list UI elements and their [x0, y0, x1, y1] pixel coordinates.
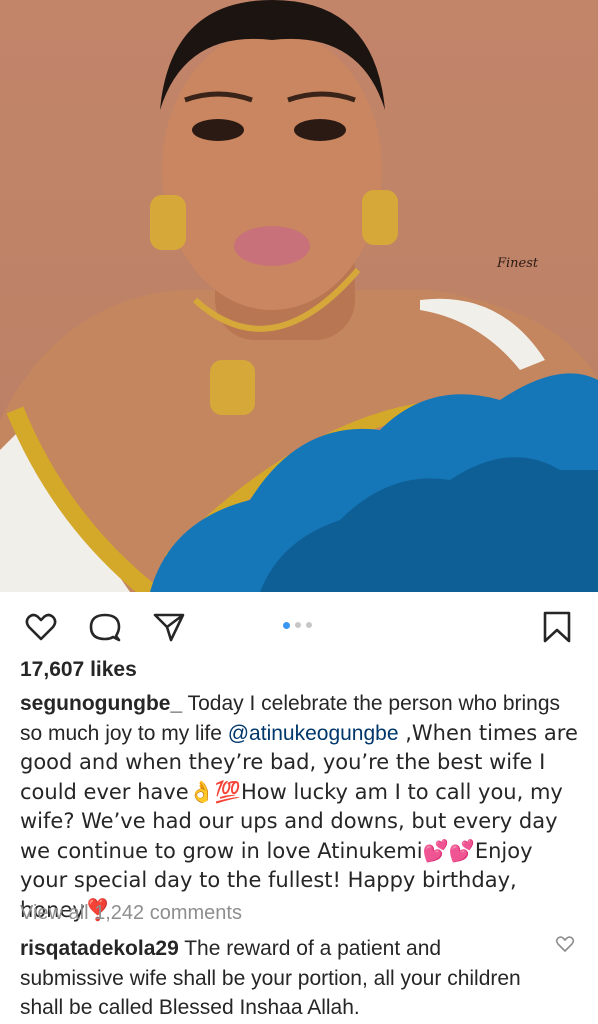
photo-watermark: Finest	[497, 256, 539, 271]
comment-like-button[interactable]	[555, 934, 575, 954]
carousel-dot[interactable]	[283, 621, 290, 629]
caption-text-2: ,When times are good and when they’re ba…	[20, 720, 578, 922]
post-caption: segunogungbe_ Today I celebrate the pers…	[20, 689, 586, 925]
carousel-indicator	[283, 620, 312, 630]
comment-username[interactable]: risqatadekola29	[20, 937, 179, 960]
caption-mention[interactable]: @atinukeogungbe	[228, 722, 399, 745]
view-all-comments-link[interactable]: View all 1,242 comments	[20, 902, 242, 925]
heart-icon	[25, 613, 57, 641]
comment-item: risqatadekola29 The reward of a patient …	[20, 934, 540, 1023]
carousel-dot[interactable]	[306, 622, 312, 628]
save-button[interactable]	[540, 610, 574, 644]
share-icon	[153, 613, 185, 642]
post-photo[interactable]: Finest	[0, 0, 598, 592]
caption-username[interactable]: segunogungbe_	[20, 692, 182, 715]
comment-icon	[89, 613, 121, 642]
share-button[interactable]	[152, 610, 186, 644]
heart-icon	[555, 936, 575, 952]
bookmark-icon	[543, 611, 571, 643]
portrait-illustration	[0, 0, 598, 592]
comment-button[interactable]	[88, 610, 122, 644]
like-button[interactable]	[24, 610, 58, 644]
carousel-dot[interactable]	[295, 622, 301, 628]
like-count[interactable]: 17,607 likes	[20, 658, 137, 682]
